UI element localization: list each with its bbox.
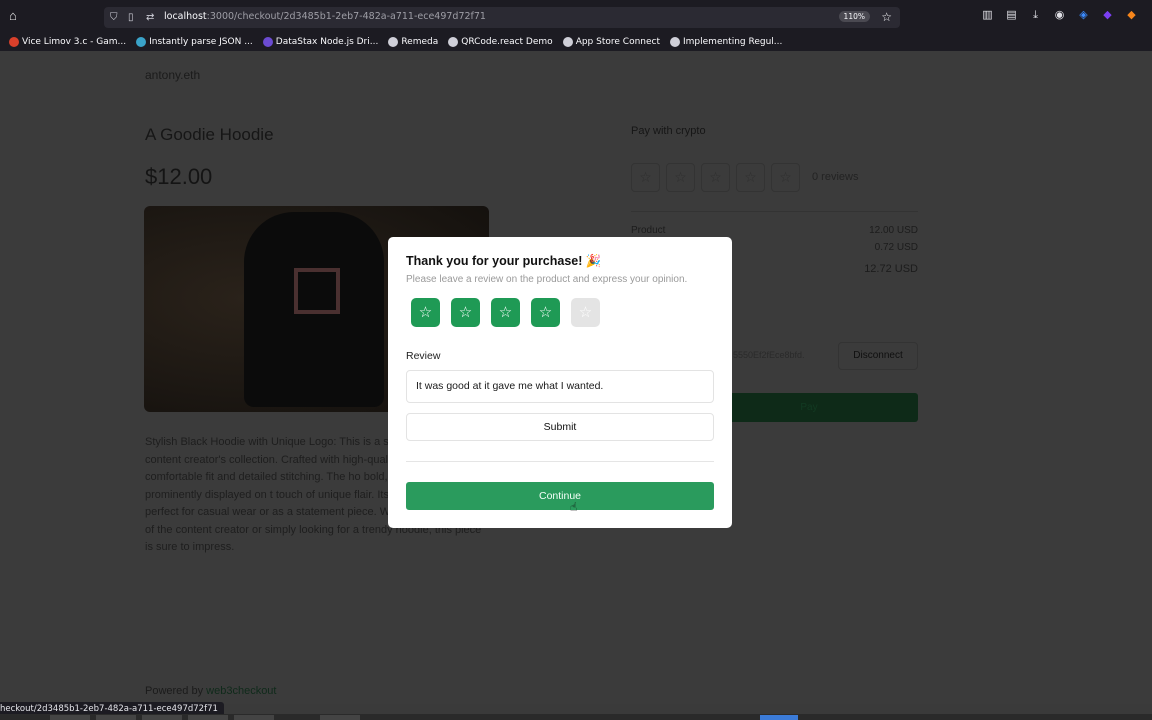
bookmark-item[interactable]: Remeda: [388, 37, 438, 47]
star-rating-icon[interactable]: ☆: [451, 298, 480, 327]
bookmark-item[interactable]: DataStax Node.js Dri...: [262, 37, 379, 47]
review-modal: Thank you for your purchase! 🎉 Please le…: [388, 237, 732, 528]
star-icon: ☆: [701, 163, 730, 192]
extension-diamond-icon[interactable]: ◆: [1101, 9, 1114, 22]
bookmark-item[interactable]: App Store Connect: [562, 37, 660, 47]
star-rating-icon[interactable]: ☆: [531, 298, 560, 327]
wallet-address: 5550Ef2fEce8bfd.: [733, 350, 805, 360]
bookmark-label: Implementing Regul...: [683, 37, 783, 47]
url-text[interactable]: localhost:3000/checkout/2d3485b1-2eb7-48…: [164, 11, 486, 22]
star-icon: ☆: [736, 163, 765, 192]
bookmark-item[interactable]: QRCode.react Demo: [448, 37, 553, 47]
bookmark-label: App Store Connect: [575, 37, 660, 47]
bookmark-favicon-icon: [136, 37, 147, 47]
modal-title: Thank you for your purchase! 🎉: [406, 254, 602, 268]
address-bar[interactable]: ⛉ ▯ ⇄ localhost:3000/checkout/2d3485b1-2…: [104, 7, 900, 28]
star-rating-icon[interactable]: ☆: [571, 298, 600, 327]
bookmark-item[interactable]: Vice Limov 3.c - Gam...: [9, 37, 126, 47]
bookmark-label: Vice Limov 3.c - Gam...: [22, 37, 127, 47]
hoodie-logo: [294, 268, 340, 314]
bookmarks-bar: Vice Limov 3.c - Gam... Instantly parse J…: [0, 33, 1152, 51]
pay-button[interactable]: Pay: [700, 393, 918, 422]
divider: [406, 461, 714, 462]
powered-by: Powered by web3checkout: [145, 685, 276, 697]
shield-icon[interactable]: ⛉: [110, 11, 118, 24]
shield-extension-icon[interactable]: ◈: [1077, 9, 1090, 22]
summary-value: 12.00 USD: [869, 225, 918, 236]
download-icon[interactable]: ⤓: [1029, 9, 1042, 22]
bookmark-star-icon[interactable]: ☆: [881, 10, 892, 24]
disconnect-button[interactable]: Disconnect: [838, 342, 918, 370]
reader-view-icon[interactable]: ▤: [1005, 9, 1018, 22]
star-rating-icon[interactable]: ☆: [411, 298, 440, 327]
toolbar-icons: ▥ ▤ ⤓ ◉ ◈ ◆ ◆: [981, 9, 1138, 22]
star-rating-icon[interactable]: ☆: [491, 298, 520, 327]
summary-label: Product: [631, 225, 666, 236]
bookmark-favicon-icon: [670, 37, 680, 47]
product-title: A Goodie Hoodie: [145, 125, 274, 144]
username: antony.eth: [145, 68, 201, 82]
bookmark-label: Remeda: [401, 37, 439, 47]
pay-title: Pay with crypto: [631, 125, 706, 137]
bookmark-favicon-icon: [388, 37, 399, 47]
product-rating-stars: ☆ ☆ ☆ ☆ ☆: [631, 163, 800, 192]
bookmark-favicon-icon: [9, 37, 19, 47]
reviews-count: 0 reviews: [812, 171, 859, 183]
browser-toolbar: ⌂ ⛉ ▯ ⇄ localhost:3000/checkout/2d3485b1…: [0, 0, 1152, 33]
bookmark-label: QRCode.react Demo: [461, 37, 553, 47]
connection-icon[interactable]: ⇄: [146, 11, 154, 24]
taskbar: [0, 714, 1152, 720]
total-value: 12.72 USD: [864, 263, 918, 275]
extension-icon[interactable]: ◉: [1053, 9, 1066, 22]
star-icon: ☆: [631, 163, 660, 192]
bookmark-favicon-icon: [448, 37, 459, 47]
hand-cursor-icon: ☝: [570, 500, 578, 514]
library-icon[interactable]: ▥: [981, 9, 994, 22]
bookmark-favicon-icon: [262, 37, 273, 47]
divider: [631, 211, 918, 212]
bookmark-item[interactable]: Implementing Regul...: [670, 37, 782, 47]
star-icon: ☆: [771, 163, 800, 192]
summary-row: Product 12.00 USD: [631, 225, 918, 236]
review-label: Review: [406, 350, 441, 362]
bookmark-label: DataStax Node.js Dri...: [275, 37, 379, 47]
powered-link[interactable]: web3checkout: [206, 685, 276, 697]
zoom-badge[interactable]: 110%: [838, 11, 870, 22]
submit-button[interactable]: Submit: [406, 413, 714, 441]
bookmark-label: Instantly parse JSON ...: [149, 37, 253, 47]
metamask-icon[interactable]: ◆: [1125, 9, 1138, 22]
modal-subtitle: Please leave a review on the product and…: [406, 274, 688, 285]
star-icon: ☆: [666, 163, 695, 192]
powered-label: Powered by: [145, 685, 204, 697]
summary-value: 0.72 USD: [874, 242, 918, 253]
home-icon[interactable]: ⌂: [9, 9, 23, 23]
review-input[interactable]: It was good at it gave me what I wanted.: [406, 370, 714, 403]
bookmark-item[interactable]: Instantly parse JSON ...: [136, 37, 253, 47]
bookmark-favicon-icon: [562, 37, 573, 47]
page-icon: ▯: [128, 12, 134, 23]
continue-button[interactable]: Continue: [406, 482, 714, 510]
product-price: $12.00: [145, 164, 213, 189]
rating-stars: ☆ ☆ ☆ ☆ ☆: [411, 298, 600, 327]
